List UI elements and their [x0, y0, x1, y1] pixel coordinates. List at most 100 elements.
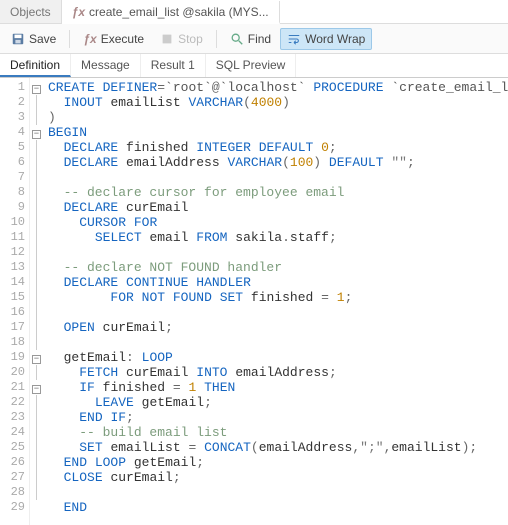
subtab-definition[interactable]: Definition	[0, 54, 71, 77]
line-number: 5	[0, 140, 25, 155]
code-editor[interactable]: 1234567891011121314151617181920212223242…	[0, 78, 508, 525]
file-tabs: Objects ƒx create_email_list @sakila (MY…	[0, 0, 508, 24]
code-area[interactable]: CREATE DEFINER=`root`@`localhost` PROCED…	[44, 78, 508, 525]
code-line[interactable]: )	[48, 110, 508, 125]
fold-line	[36, 335, 44, 350]
fold-line	[36, 425, 44, 440]
fold-line	[36, 95, 44, 110]
fold-line	[36, 170, 44, 185]
code-line[interactable]: DECLARE finished INTEGER DEFAULT 0;	[48, 140, 508, 155]
line-number: 23	[0, 410, 25, 425]
line-number: 15	[0, 290, 25, 305]
fold-line	[36, 215, 44, 230]
fold-toggle[interactable]: −	[32, 385, 41, 394]
stop-button[interactable]: Stop	[153, 28, 210, 50]
code-line[interactable]: CURSOR FOR	[48, 215, 508, 230]
line-number: 3	[0, 110, 25, 125]
code-line[interactable]: END LOOP getEmail;	[48, 455, 508, 470]
fx-icon: ƒx	[83, 32, 96, 46]
stop-icon	[160, 32, 174, 46]
line-number: 21	[0, 380, 25, 395]
subtab-result1[interactable]: Result 1	[141, 54, 206, 77]
code-line[interactable]	[48, 245, 508, 260]
code-line[interactable]: DEClARE curEmail	[48, 200, 508, 215]
fold-toggle[interactable]: −	[32, 85, 41, 94]
line-number: 16	[0, 305, 25, 320]
fold-line	[36, 320, 44, 335]
code-line[interactable]: END IF;	[48, 410, 508, 425]
line-number: 28	[0, 485, 25, 500]
line-number: 18	[0, 335, 25, 350]
line-number: 22	[0, 395, 25, 410]
save-button[interactable]: Save	[4, 28, 63, 50]
fold-line	[36, 455, 44, 470]
tab-objects[interactable]: Objects	[0, 0, 62, 23]
line-number: 19	[0, 350, 25, 365]
line-number: 20	[0, 365, 25, 380]
fold-line	[36, 185, 44, 200]
line-number: 24	[0, 425, 25, 440]
save-label: Save	[29, 32, 56, 46]
code-line[interactable]: FETCH curEmail INTO emailAddress;	[48, 365, 508, 380]
line-number: 2	[0, 95, 25, 110]
fold-line	[36, 110, 44, 125]
code-line[interactable]	[48, 305, 508, 320]
line-number: 13	[0, 260, 25, 275]
code-line[interactable]: INOUT emailList varchar(4000)	[48, 95, 508, 110]
code-line[interactable]: CLOSE curEmail;	[48, 470, 508, 485]
fold-line	[36, 230, 44, 245]
line-number: 8	[0, 185, 25, 200]
save-icon	[11, 32, 25, 46]
stop-label: Stop	[178, 32, 203, 46]
line-number: 7	[0, 170, 25, 185]
tab-procedure[interactable]: ƒx create_email_list @sakila (MYS...	[62, 1, 280, 24]
code-line[interactable]: IF finished = 1 THEN	[48, 380, 508, 395]
subtab-message[interactable]: Message	[71, 54, 141, 77]
find-label: Find	[248, 32, 271, 46]
code-line[interactable]: END	[48, 500, 508, 515]
fold-column: − − − −	[30, 78, 44, 525]
code-line[interactable]: OPEN curEmail;	[48, 320, 508, 335]
line-number: 6	[0, 155, 25, 170]
fold-line	[36, 155, 44, 170]
code-line[interactable]: LEAVE getEmail;	[48, 395, 508, 410]
fold-line	[36, 365, 44, 380]
code-line[interactable]	[48, 335, 508, 350]
code-line[interactable]	[48, 170, 508, 185]
fold-line	[36, 395, 44, 410]
separator	[216, 30, 217, 48]
find-button[interactable]: Find	[223, 28, 278, 50]
execute-button[interactable]: ƒx Execute	[76, 28, 151, 50]
code-line[interactable]: SELECT email FROM sakila.staff;	[48, 230, 508, 245]
fold-line	[36, 410, 44, 425]
line-gutter: 1234567891011121314151617181920212223242…	[0, 78, 30, 525]
fx-icon: ƒx	[72, 5, 85, 19]
line-number: 4	[0, 125, 25, 140]
code-line[interactable]: BEGIN	[48, 125, 508, 140]
line-number: 11	[0, 230, 25, 245]
fold-toggle[interactable]: −	[32, 355, 41, 364]
code-line[interactable]: -- declare cursor for employee email	[48, 185, 508, 200]
subtab-sqlpreview[interactable]: SQL Preview	[206, 54, 297, 77]
line-number: 29	[0, 500, 25, 515]
fold-line	[36, 260, 44, 275]
code-line[interactable]: DECLARE emailAddress varchar(100) DEFAUL…	[48, 155, 508, 170]
code-line[interactable]: SET emailList = CONCAT(emailAddress,";",…	[48, 440, 508, 455]
fold-line	[36, 140, 44, 155]
wordwrap-button[interactable]: Word Wrap	[280, 28, 372, 50]
tab-objects-label: Objects	[10, 5, 51, 19]
tab-procedure-label: create_email_list @sakila (MYS...	[89, 5, 269, 19]
code-line[interactable]	[48, 485, 508, 500]
code-line[interactable]: CREATE DEFINER=`root`@`localhost` PROCED…	[48, 80, 508, 95]
code-line[interactable]: DECLARE CONTINUE HANDLER	[48, 275, 508, 290]
code-line[interactable]: -- build email list	[48, 425, 508, 440]
fold-toggle[interactable]: −	[32, 130, 41, 139]
fold-line	[36, 245, 44, 260]
search-icon	[230, 32, 244, 46]
line-number: 25	[0, 440, 25, 455]
line-number: 9	[0, 200, 25, 215]
code-line[interactable]: -- declare NOT FOUND handler	[48, 260, 508, 275]
code-line[interactable]: FOR NOT FOUND SET finished = 1;	[48, 290, 508, 305]
code-line[interactable]: getEmail: LOOP	[48, 350, 508, 365]
line-number: 12	[0, 245, 25, 260]
